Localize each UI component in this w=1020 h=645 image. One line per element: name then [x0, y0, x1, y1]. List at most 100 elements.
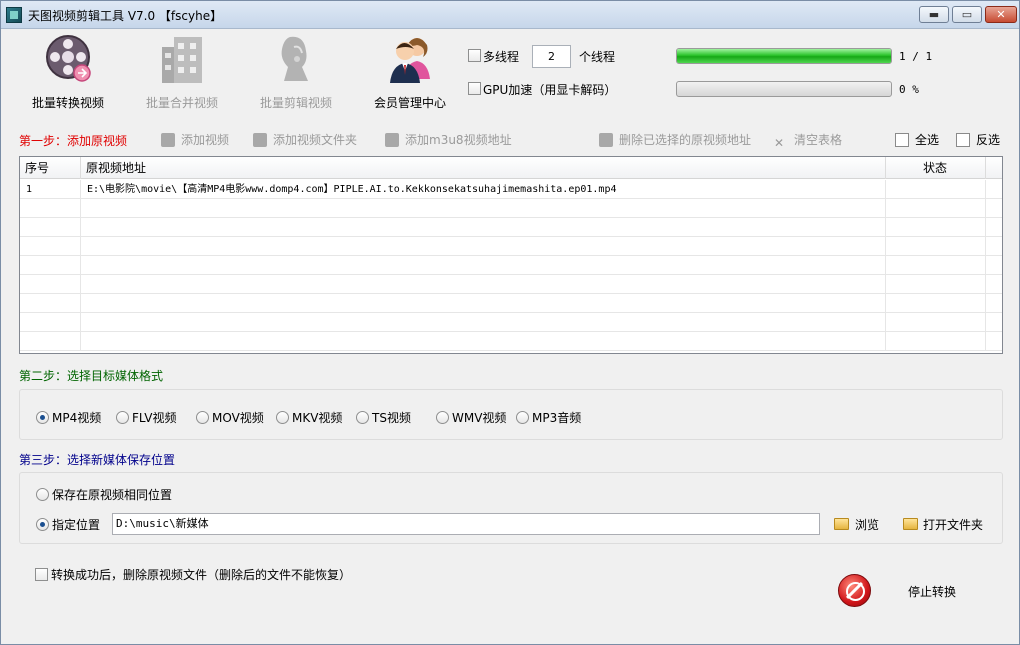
same-location-label: 保存在原视频相同位置: [52, 488, 173, 502]
close-button[interactable]: ✕: [985, 6, 1017, 23]
stop-button[interactable]: 停止转换: [908, 583, 956, 600]
close-icon: ✕: [996, 8, 1006, 21]
column-status[interactable]: 状态: [886, 157, 986, 179]
format-label-ts: TS视频: [372, 411, 411, 425]
format-radio-ts[interactable]: [356, 411, 369, 424]
maximize-button[interactable]: ▭: [952, 6, 982, 23]
overall-progress-bar: [676, 48, 892, 64]
format-label-flv: FLV视频: [132, 411, 177, 425]
row-status: [886, 180, 986, 199]
add-m3u8-label: 添加m3u8视频地址: [405, 133, 512, 147]
select-all-button[interactable]: 全选: [895, 131, 939, 147]
table-row-empty: [20, 218, 1002, 237]
app-window: 天图视频剪辑工具 V7.0 【fscyhe】 ▬ ▭ ✕ 批量转换视频 批量合并…: [0, 0, 1020, 645]
figure-icon: [281, 36, 308, 81]
step2-label: 第二步：选择目标媒体格式: [19, 369, 164, 383]
multithread-checkbox[interactable]: [468, 49, 481, 62]
add-video-button[interactable]: 添加视频: [161, 131, 229, 147]
app-logo-icon: [6, 7, 22, 23]
table-row-empty: [20, 275, 1002, 294]
table-row[interactable]: 1 E:\电影院\movie\【高清MP4电影www.domp4.com】PIP…: [20, 180, 1002, 199]
table-row-empty: [20, 237, 1002, 256]
row-source: E:\电影院\movie\【高清MP4电影www.domp4.com】PIPLE…: [81, 180, 886, 199]
select-all-label: 全选: [915, 133, 940, 147]
stop-icon[interactable]: [838, 574, 871, 607]
title-bar: 天图视频剪辑工具 V7.0 【fscyhe】 ▬ ▭ ✕: [1, 1, 1019, 29]
overall-progress-fill: [677, 49, 891, 63]
batch-merge-button[interactable]: 批量合并视频: [132, 33, 232, 113]
add-video-label: 添加视频: [181, 133, 230, 147]
open-folder-button[interactable]: 打开文件夹: [923, 516, 983, 533]
format-radio-mov[interactable]: [196, 411, 209, 424]
delete-icon: [599, 133, 613, 147]
current-progress-text: 0 %: [899, 83, 919, 96]
table-row-empty: [20, 294, 1002, 313]
custom-location-label: 指定位置: [52, 518, 101, 532]
format-label-mp4: MP4视频: [52, 411, 102, 425]
multithread-label: 多线程: [483, 50, 520, 64]
minimize-button[interactable]: ▬: [919, 6, 949, 23]
format-radio-mp3[interactable]: [516, 411, 529, 424]
step3-label: 第三步：选择新媒体保存位置: [19, 453, 176, 467]
step1-label: 第一步：添加原视频: [19, 134, 128, 148]
add-folder-icon: [253, 133, 267, 147]
column-index[interactable]: 序号: [20, 157, 81, 179]
format-label-mp3: MP3音频: [532, 411, 582, 425]
current-progress-bar: [676, 81, 892, 97]
users-icon: [390, 38, 430, 83]
delete-after-checkbox[interactable]: [35, 568, 48, 581]
select-all-icon: [895, 133, 909, 147]
delete-after-label: 转换成功后，删除原视频文件（删除后的文件不能恢复）: [51, 568, 352, 582]
table-header: 序号 原视频地址 状态: [20, 157, 1002, 179]
building-icon: [162, 37, 202, 83]
gpu-label: GPU加速（用显卡解码）: [483, 83, 617, 97]
maximize-icon: ▭: [961, 8, 973, 21]
member-center-label: 会员管理中心: [373, 96, 446, 110]
custom-location-radio[interactable]: [36, 518, 49, 531]
column-source[interactable]: 原视频地址: [81, 157, 886, 179]
table-row-empty: [20, 332, 1002, 351]
format-radio-wmv[interactable]: [436, 411, 449, 424]
save-path-input[interactable]: D:\music\新媒体: [112, 513, 820, 535]
format-label-wmv: WMV视频: [452, 411, 507, 425]
minimize-icon: ▬: [928, 8, 940, 21]
add-m3u8-icon: [385, 133, 399, 147]
invert-selection-label: 反选: [976, 133, 1001, 147]
format-label-mkv: MKV视频: [292, 411, 343, 425]
table-row-empty: [20, 256, 1002, 275]
batch-edit-label: 批量剪辑视频: [259, 96, 332, 110]
same-location-radio[interactable]: [36, 488, 49, 501]
invert-selection-button[interactable]: 反选: [956, 131, 1000, 147]
clear-x-icon: ✕: [774, 136, 785, 150]
format-radio-mp4[interactable]: [36, 411, 49, 424]
thread-count-input[interactable]: 2: [532, 45, 571, 68]
member-center-button[interactable]: 会员管理中心: [360, 33, 460, 113]
delete-selected-button[interactable]: 删除已选择的原视频地址: [599, 131, 751, 147]
table-row-empty: [20, 313, 1002, 332]
video-table[interactable]: 序号 原视频地址 状态 1 E:\电影院\movie\【高清MP4电影www.d…: [19, 156, 1003, 354]
delete-selected-label: 删除已选择的原视频地址: [619, 133, 752, 147]
overall-progress-text: 1 / 1: [899, 50, 933, 63]
batch-convert-button[interactable]: 批量转换视频: [18, 33, 118, 113]
add-folder-button[interactable]: 添加视频文件夹: [253, 131, 357, 147]
invert-icon: [956, 133, 970, 147]
clear-table-label: 清空表格: [794, 133, 843, 147]
add-folder-label: 添加视频文件夹: [273, 133, 358, 147]
gpu-checkbox[interactable]: [468, 82, 481, 95]
clear-table-button[interactable]: ✕ 清空表格: [774, 131, 843, 150]
add-m3u8-button[interactable]: 添加m3u8视频地址: [385, 131, 512, 147]
open-folder-icon: [903, 518, 918, 530]
format-radio-mkv[interactable]: [276, 411, 289, 424]
row-index: 1: [20, 180, 81, 199]
film-reel-icon: [46, 35, 91, 82]
table-row-empty: [20, 199, 1002, 218]
thread-unit-label: 个线程: [579, 50, 616, 64]
browse-button[interactable]: 浏览: [855, 516, 879, 533]
add-video-icon: [161, 133, 175, 147]
format-radio-flv[interactable]: [116, 411, 129, 424]
batch-edit-button[interactable]: 批量剪辑视频: [246, 33, 346, 113]
format-label-mov: MOV视频: [212, 411, 264, 425]
browse-icon: [834, 518, 849, 530]
window-title: 天图视频剪辑工具 V7.0 【fscyhe】: [28, 9, 223, 23]
batch-merge-label: 批量合并视频: [145, 96, 218, 110]
